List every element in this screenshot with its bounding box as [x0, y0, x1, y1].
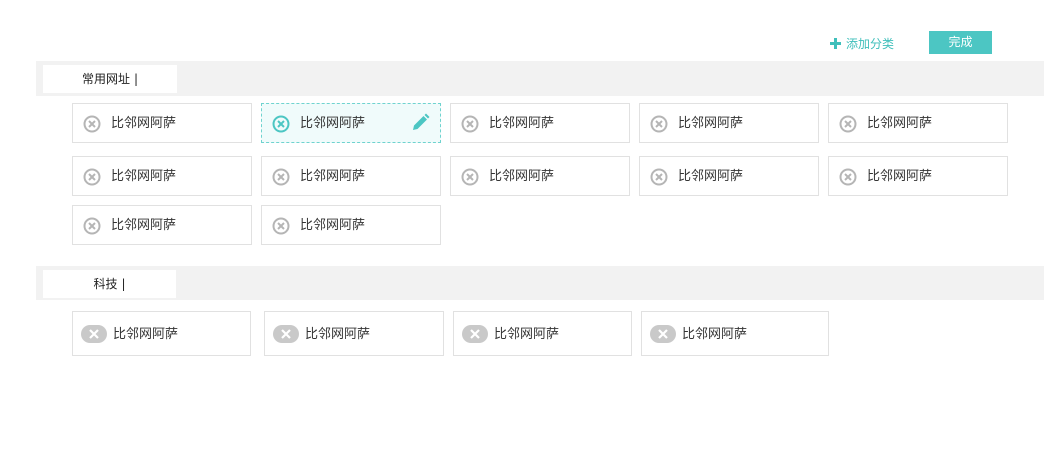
- bookmark-label: 比邻网阿萨: [678, 169, 744, 184]
- close-pill-icon[interactable]: [462, 325, 488, 343]
- add-category-label: 添加分类: [846, 37, 895, 51]
- bookmark-label: 比邻网阿萨: [300, 218, 366, 233]
- close-circle-icon[interactable]: [83, 217, 101, 235]
- close-circle-icon[interactable]: [83, 168, 101, 186]
- close-circle-icon[interactable]: [650, 115, 668, 133]
- bookmark-label: 比邻网阿萨: [111, 169, 177, 184]
- bookmark-tile[interactable]: 比邻网阿萨: [261, 156, 441, 196]
- bookmark-label: 比邻网阿萨: [300, 169, 366, 184]
- close-pill-icon[interactable]: [650, 325, 676, 343]
- close-circle-icon[interactable]: [461, 168, 479, 186]
- close-circle-icon[interactable]: [272, 115, 290, 133]
- bookmark-tile[interactable]: 比邻网阿萨: [72, 156, 252, 196]
- bookmark-label: 比邻网阿萨: [113, 327, 179, 342]
- pencil-icon[interactable]: [410, 113, 430, 133]
- bookmark-tile[interactable]: 比邻网阿萨: [453, 311, 632, 356]
- bookmark-tile[interactable]: 比邻网阿萨: [261, 205, 441, 245]
- close-circle-icon[interactable]: [461, 115, 479, 133]
- bookmark-tile[interactable]: 比邻网阿萨: [450, 103, 630, 143]
- close-pill-icon[interactable]: [273, 325, 299, 343]
- bookmark-tile-active[interactable]: 比邻网阿萨: [261, 103, 441, 143]
- bookmark-label: 比邻网阿萨: [489, 169, 555, 184]
- bookmark-tile[interactable]: 比邻网阿萨: [639, 103, 819, 143]
- bookmark-tile[interactable]: 比邻网阿萨: [641, 311, 829, 356]
- close-circle-icon[interactable]: [839, 115, 857, 133]
- bookmark-tile[interactable]: 比邻网阿萨: [72, 205, 252, 245]
- section-name-text: 常用网址: [81, 72, 130, 86]
- close-circle-icon[interactable]: [272, 217, 290, 235]
- bookmark-label: 比邻网阿萨: [305, 327, 371, 342]
- bookmark-tile[interactable]: 比邻网阿萨: [72, 311, 251, 356]
- bookmark-label: 比邻网阿萨: [682, 327, 748, 342]
- section-header-tech: 科技 |: [36, 266, 1044, 300]
- close-circle-icon[interactable]: [650, 168, 668, 186]
- close-pill-icon[interactable]: [81, 325, 107, 343]
- section-name-input[interactable]: 常用网址 |: [43, 65, 177, 93]
- bookmark-label: 比邻网阿萨: [867, 116, 933, 131]
- bookmark-tile[interactable]: 比邻网阿萨: [639, 156, 819, 196]
- close-circle-icon[interactable]: [839, 168, 857, 186]
- bookmark-label: 比邻网阿萨: [678, 116, 744, 131]
- bookmark-tile[interactable]: 比邻网阿萨: [72, 103, 252, 143]
- bookmark-label: 比邻网阿萨: [867, 169, 933, 184]
- bookmark-label: 比邻网阿萨: [300, 116, 366, 131]
- section-name-input[interactable]: 科技 |: [43, 270, 176, 298]
- close-circle-icon[interactable]: [83, 115, 101, 133]
- bookmark-tile[interactable]: 比邻网阿萨: [828, 156, 1008, 196]
- bookmark-label: 比邻网阿萨: [111, 116, 177, 131]
- bookmark-tile[interactable]: 比邻网阿萨: [264, 311, 444, 356]
- text-caret: |: [121, 277, 126, 291]
- section-name-text: 科技: [93, 277, 118, 291]
- toolbar: 添加分类 完成: [0, 31, 1060, 55]
- bookmark-label: 比邻网阿萨: [489, 116, 555, 131]
- close-circle-icon[interactable]: [272, 168, 290, 186]
- add-category-button[interactable]: 添加分类: [830, 36, 894, 52]
- bookmark-tile[interactable]: 比邻网阿萨: [828, 103, 1008, 143]
- bookmark-tile[interactable]: 比邻网阿萨: [450, 156, 630, 196]
- bookmark-label: 比邻网阿萨: [111, 218, 177, 233]
- section-header-common: 常用网址 |: [36, 61, 1044, 96]
- bookmark-label: 比邻网阿萨: [494, 327, 560, 342]
- text-caret: |: [133, 72, 139, 86]
- done-button[interactable]: 完成: [929, 31, 992, 54]
- plus-icon: [830, 36, 842, 52]
